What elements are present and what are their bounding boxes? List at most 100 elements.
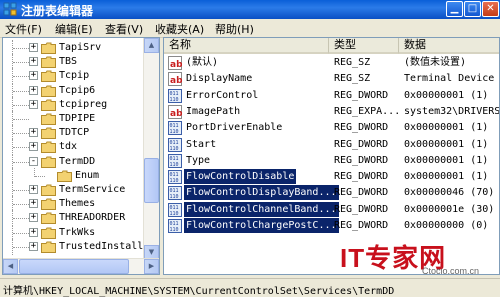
tree-guide-line [13, 218, 29, 220]
menu-view[interactable]: 查看(V) [105, 21, 143, 37]
value-row[interactable]: ab ImagePath REG_EXPA... system32\DRIVERS\ [164, 104, 499, 120]
svg-text:110: 110 [170, 194, 179, 200]
value-row[interactable]: 011 110 Start REG_DWORD 0x00000001 (1) [164, 137, 499, 153]
collapse-icon[interactable]: - [29, 156, 38, 166]
string-value-icon: ab [168, 56, 182, 70]
expand-icon[interactable]: + [29, 213, 38, 223]
value-data: 0x00000001 (1) [404, 171, 489, 183]
tree-guide-line [13, 161, 29, 164]
regedit-icon [3, 2, 17, 16]
folder-icon [41, 70, 56, 83]
value-name: ImagePath [186, 105, 241, 117]
menu-bar: 文件(F) 编辑(E) 查看(V) 收藏夹(A) 帮助(H) [0, 19, 500, 38]
value-row[interactable]: ab (默认) REG_SZ (数值未设置) [164, 55, 499, 71]
value-row[interactable]: 011 110 Type REG_DWORD 0x00000001 (1) [164, 153, 499, 169]
close-button[interactable]: ✕ [482, 1, 499, 17]
column-header-data[interactable]: 数据 [399, 38, 499, 54]
tree-item[interactable]: + TrustedInstalle [3, 238, 149, 255]
expand-icon[interactable]: + [29, 43, 38, 52]
binary-value-icon: 011110 [168, 137, 182, 152]
expand-icon[interactable]: + [29, 241, 38, 251]
tree-item-label: TapiSrv [59, 42, 102, 53]
value-type: REG_DWORD [334, 138, 389, 150]
maximize-button[interactable]: □ [464, 1, 481, 17]
value-name: Start [186, 138, 217, 150]
value-row[interactable]: 011 110 PortDriverEnable REG_DWORD 0x0000000… [164, 120, 499, 136]
tree-hscroll-thumb[interactable] [19, 259, 129, 274]
tree-item-label: Enum [75, 169, 100, 181]
folder-icon [41, 99, 56, 111]
menu-favorites[interactable]: 收藏夹(A) [155, 21, 204, 37]
string-value-icon: ab [168, 104, 182, 119]
expand-icon[interactable]: + [29, 57, 38, 67]
status-path: 计算机\HKEY_LOCAL_MACHINE\SYSTEM\CurrentCon… [3, 286, 395, 297]
folder-icon [41, 127, 56, 140]
svg-text:110: 110 [170, 97, 179, 103]
watermark-site: Ctocio.com.cn [422, 266, 480, 276]
tree-item-label: Themes [59, 198, 96, 210]
tree-horizontal-scrollbar[interactable]: ◀ ▶ [3, 258, 159, 274]
window-title: 注册表编辑器 [21, 4, 94, 18]
value-type: REG_DWORD [334, 220, 389, 231]
expand-icon[interactable]: + [29, 185, 38, 194]
value-data: 0x00000001 (1) [404, 138, 489, 150]
tree-scroll-thumb[interactable] [144, 158, 159, 203]
folder-icon [41, 113, 56, 125]
minimize-icon: ▁ [450, 3, 459, 14]
tree-item-label: Tcpip [59, 70, 90, 82]
svg-text:110: 110 [170, 129, 179, 135]
value-row[interactable]: 011 110 FlowControlDisable REG_DWORD 0x00000… [164, 169, 499, 185]
expand-icon[interactable]: + [29, 227, 38, 237]
expand-icon[interactable]: + [29, 142, 38, 152]
value-row[interactable]: 011 110 FlowControlDisplayBand... REG_DWORD… [164, 185, 499, 201]
column-header-name[interactable]: 名称 [164, 38, 329, 54]
tree-item-label: tcpipreg [59, 98, 108, 110]
menu-help[interactable]: 帮助(H) [215, 21, 254, 37]
tree-pane[interactable]: + TapiSrv + TBS + Tcpip + Tcpip6 + tcpipreg TDPIPE… [2, 37, 160, 275]
value-type: REG_DWORD [334, 187, 389, 199]
svg-text:110: 110 [170, 211, 179, 217]
value-data: Terminal Device I [404, 73, 500, 85]
expand-icon[interactable]: + [29, 85, 38, 95]
tree-guide-line [13, 147, 29, 149]
value-data: 0x00000046 (70) [404, 187, 495, 199]
svg-text:ab: ab [170, 109, 182, 119]
expand-icon[interactable]: + [29, 71, 38, 81]
string-value-icon: ab [168, 72, 182, 87]
binary-value-icon: 011110 [168, 186, 182, 201]
svg-text:110: 110 [170, 162, 179, 168]
binary-value-icon: 011110 [168, 219, 182, 233]
minimize-button[interactable]: ▁ [446, 1, 463, 17]
tree-guide-line [13, 246, 29, 249]
value-name: Type [186, 154, 211, 166]
folder-icon [41, 198, 56, 211]
value-name: PortDriverEnable [186, 122, 283, 134]
value-row[interactable]: 011 110 ErrorControl REG_DWORD 0x00000001 (1… [164, 88, 499, 104]
scroll-right-arrow-icon[interactable]: ▶ [144, 259, 159, 274]
menu-file[interactable]: 文件(F) [5, 21, 42, 37]
tree-vertical-scrollbar[interactable]: ▲ ▼ [143, 38, 159, 260]
tree-guide-line [35, 175, 45, 178]
expand-icon[interactable]: + [29, 199, 38, 209]
expand-icon[interactable]: + [29, 99, 38, 109]
value-type: REG_SZ [334, 73, 371, 85]
folder-icon [41, 212, 56, 225]
value-row[interactable]: 011 110 FlowControlChannelBand... REG_DWORD… [164, 201, 499, 218]
tree-item-label: TermService [59, 184, 126, 195]
value-data: system32\DRIVERS\ [404, 105, 500, 117]
value-type: REG_DWORD [334, 171, 389, 183]
column-header-type[interactable]: 类型 [329, 38, 399, 54]
tree-item-label: TrustedInstalle [59, 240, 150, 252]
title-bar[interactable]: 注册表编辑器 ▁ □ ✕ [0, 0, 500, 19]
menu-edit[interactable]: 编辑(E) [55, 21, 93, 37]
tree-item-label: TrkWks [59, 226, 96, 238]
folder-icon [41, 42, 56, 54]
value-row[interactable]: ab DisplayName REG_SZ Terminal Device I [164, 71, 499, 87]
scroll-up-arrow-icon[interactable]: ▲ [144, 38, 159, 53]
value-row[interactable]: 011 110 FlowControlChargePostC... REG_DWORD… [164, 218, 499, 234]
tree-item-label: Tcpip6 [59, 84, 96, 96]
expand-icon[interactable]: + [29, 128, 38, 138]
value-name: FlowControlDisplayBand... [184, 185, 339, 201]
value-data: 0x0000001e (30) [404, 203, 495, 215]
scroll-left-arrow-icon[interactable]: ◀ [3, 259, 18, 274]
